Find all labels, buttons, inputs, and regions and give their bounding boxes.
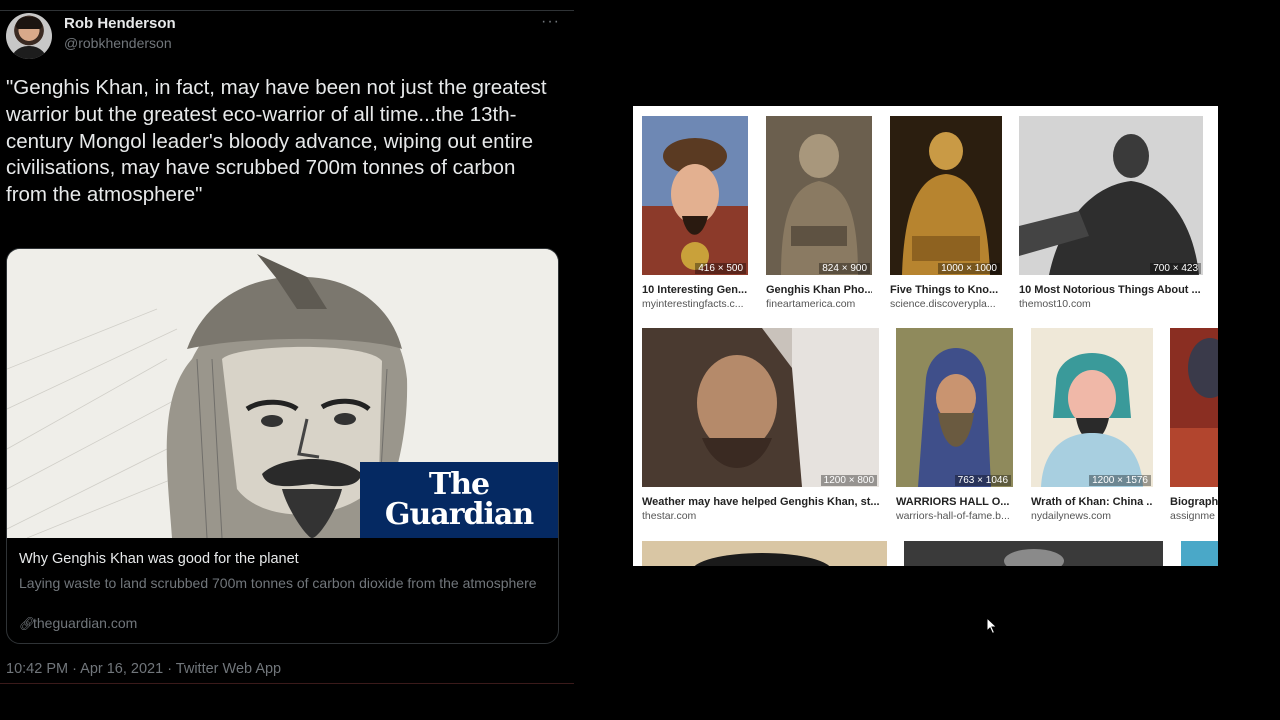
image-result[interactable]: 1000 × 1000 Five Things to Kno... scienc… xyxy=(890,116,1002,311)
image-dimensions: 416 × 500 xyxy=(695,263,746,274)
result-thumbnail[interactable] xyxy=(1170,328,1218,487)
result-image xyxy=(642,541,887,566)
result-source[interactable]: nydailynews.com xyxy=(1031,510,1153,522)
result-image xyxy=(1019,116,1203,275)
result-image xyxy=(896,328,1013,487)
result-title[interactable]: Biograph xyxy=(1170,496,1218,508)
image-result[interactable]: 763 × 1046 WARRIORS HALL O... warriors-h… xyxy=(896,328,1013,523)
result-title[interactable]: Genghis Khan Pho... xyxy=(766,284,872,296)
result-image xyxy=(766,116,872,275)
result-source[interactable]: themost10.com xyxy=(1019,298,1203,310)
image-dimensions: 1200 × 800 xyxy=(820,475,877,486)
result-title[interactable]: WARRIORS HALL O... xyxy=(896,496,1013,508)
image-result[interactable]: 416 × 500 10 Interesting Gen... myintere… xyxy=(642,116,748,311)
result-thumbnail[interactable]: 1200 × 1576 xyxy=(1031,328,1153,487)
image-result[interactable]: 1200 × 1576 Wrath of Khan: China ... nyd… xyxy=(1031,328,1153,523)
card-domain[interactable]: 🔗︎theguardian.com xyxy=(19,615,137,632)
card-image: The Guardian xyxy=(7,249,558,538)
result-source[interactable]: warriors-hall-of-fame.b... xyxy=(896,510,1013,522)
image-result[interactable]: 824 × 900 Genghis Khan Pho... fineartame… xyxy=(766,116,872,311)
result-image xyxy=(1181,541,1218,566)
result-image xyxy=(642,328,879,487)
result-source[interactable]: myinterestingfacts.c... xyxy=(642,298,748,310)
image-result[interactable] xyxy=(1181,541,1218,566)
result-thumbnail[interactable]: 700 × 423 xyxy=(1019,116,1203,275)
result-title[interactable]: Wrath of Khan: China ... xyxy=(1031,496,1153,508)
result-image xyxy=(642,116,748,275)
result-source[interactable]: assignme xyxy=(1170,510,1218,522)
image-dimensions: 1200 × 1576 xyxy=(1089,475,1151,486)
tweet-text: "Genghis Khan, in fact, may have been no… xyxy=(6,76,547,207)
image-result[interactable]: Biograph assignme xyxy=(1170,328,1218,523)
result-source[interactable]: science.discoverypla... xyxy=(890,298,1002,310)
tweet[interactable]: Rob Henderson @robkhenderson ··· "Genghi… xyxy=(0,10,574,684)
result-thumbnail[interactable]: 1200 × 800 xyxy=(642,328,879,487)
result-image xyxy=(890,116,1002,275)
result-thumbnail[interactable]: 416 × 500 xyxy=(642,116,748,275)
tweet-timestamp[interactable]: 10:42 PM · Apr 16, 2021 · Twitter Web Ap… xyxy=(6,661,281,677)
image-dimensions: 763 × 1046 xyxy=(954,475,1011,486)
card-domain-text: theguardian.com xyxy=(33,615,138,631)
more-horizontal-icon[interactable]: ··· xyxy=(541,13,560,31)
result-thumbnail[interactable]: 824 × 900 xyxy=(766,116,872,275)
result-image xyxy=(1031,328,1153,487)
author-name[interactable]: Rob Henderson xyxy=(64,15,176,32)
image-search-results: 416 × 500 10 Interesting Gen... myintere… xyxy=(633,106,1218,566)
card-description: Laying waste to land scrubbed 700m tonne… xyxy=(19,575,537,591)
image-result[interactable]: 700 × 423 10 Most Notorious Things About… xyxy=(1019,116,1203,311)
image-dimensions: 1000 × 1000 xyxy=(938,263,1000,274)
image-result[interactable] xyxy=(642,541,887,566)
result-title[interactable]: 10 Most Notorious Things About ... xyxy=(1019,284,1203,296)
result-title[interactable]: Five Things to Kno... xyxy=(890,284,1002,296)
result-title[interactable]: Weather may have helped Genghis Khan, st… xyxy=(642,496,879,508)
result-image xyxy=(1170,328,1218,487)
result-title[interactable]: 10 Interesting Gen... xyxy=(642,284,748,296)
image-result[interactable]: 1200 × 800 Weather may have helped Gengh… xyxy=(642,328,879,523)
card-title[interactable]: Why Genghis Khan was good for the planet xyxy=(19,551,299,567)
mouse-pointer-icon xyxy=(986,617,998,635)
result-source[interactable]: thestar.com xyxy=(642,510,879,522)
link-icon: 🔗︎ xyxy=(19,616,36,631)
image-result[interactable] xyxy=(904,541,1163,566)
result-thumbnail[interactable]: 1000 × 1000 xyxy=(890,116,1002,275)
result-thumbnail[interactable]: 763 × 1046 xyxy=(896,328,1013,487)
result-image xyxy=(904,541,1163,566)
image-dimensions: 700 × 423 xyxy=(1150,263,1201,274)
guardian-logo: The Guardian xyxy=(360,462,558,538)
image-dimensions: 824 × 900 xyxy=(819,263,870,274)
author-avatar[interactable] xyxy=(6,13,52,59)
author-handle[interactable]: @robkhenderson xyxy=(64,35,172,51)
link-card[interactable]: The Guardian Why Genghis Khan was good fo… xyxy=(6,248,559,644)
result-source[interactable]: fineartamerica.com xyxy=(766,298,872,310)
